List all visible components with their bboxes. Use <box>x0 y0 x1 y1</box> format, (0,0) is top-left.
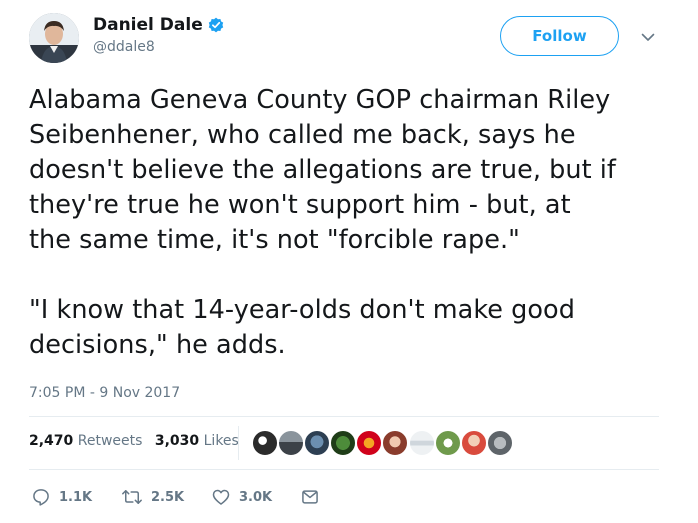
direct-message-button[interactable] <box>300 486 320 508</box>
author-avatar[interactable] <box>29 13 79 63</box>
tweet-paragraph-2: "I know that 14-year-olds don't make goo… <box>29 295 575 360</box>
liker-avatar[interactable] <box>303 429 332 457</box>
liker-avatar[interactable] <box>459 429 488 457</box>
retweet-button[interactable]: 2.5K <box>121 486 184 508</box>
likes-stat[interactable]: 3,030 Likes <box>155 433 239 449</box>
retweets-label: Retweets <box>77 433 143 449</box>
reply-button[interactable]: 1.1K <box>31 486 92 508</box>
author-handle[interactable]: @ddale8 <box>93 39 225 55</box>
chevron-down-icon[interactable] <box>640 29 656 45</box>
tweet-text: Alabama Geneva County GOP chairman Riley… <box>29 83 679 363</box>
like-button[interactable]: 3.0K <box>211 486 272 508</box>
verified-badge-icon <box>208 17 223 32</box>
envelope-icon <box>302 490 318 504</box>
retweet-count: 2.5K <box>151 489 185 505</box>
retweets-count: 2,470 <box>29 433 74 449</box>
divider <box>29 416 659 417</box>
liker-avatar[interactable] <box>433 429 462 457</box>
tweet-timestamp[interactable]: 7:05 PM - 9 Nov 2017 <box>29 385 180 401</box>
like-count: 3.0K <box>239 489 273 505</box>
author-info[interactable]: Daniel Dale @ddale8 <box>93 14 225 55</box>
follow-button[interactable]: Follow <box>500 16 619 56</box>
liker-avatar[interactable] <box>407 429 436 457</box>
retweet-icon <box>122 490 142 504</box>
retweets-stat[interactable]: 2,470 Retweets <box>29 433 142 449</box>
tweet-paragraph-1: Alabama Geneva County GOP chairman Riley… <box>29 85 616 255</box>
liker-avatar[interactable] <box>485 429 514 457</box>
likes-label: Likes <box>203 433 239 449</box>
liker-avatar[interactable] <box>329 429 358 457</box>
reply-count: 1.1K <box>59 489 93 505</box>
liker-avatar[interactable] <box>277 429 306 457</box>
divider <box>29 469 659 470</box>
reply-icon <box>33 489 49 506</box>
likes-count: 3,030 <box>154 433 200 449</box>
tweet-stats: 2,470 Retweets 3,030 Likes <box>29 433 247 449</box>
liker-avatar[interactable] <box>355 429 384 457</box>
liker-avatar[interactable] <box>381 429 410 457</box>
stats-divider <box>238 426 239 460</box>
liker-avatar[interactable] <box>251 429 279 457</box>
heart-icon <box>212 489 230 505</box>
liker-avatars <box>251 429 514 459</box>
tweet-card: Daniel Dale @ddale8 Follow Alabama Genev… <box>0 0 698 523</box>
author-display-name[interactable]: Daniel Dale <box>93 15 203 35</box>
